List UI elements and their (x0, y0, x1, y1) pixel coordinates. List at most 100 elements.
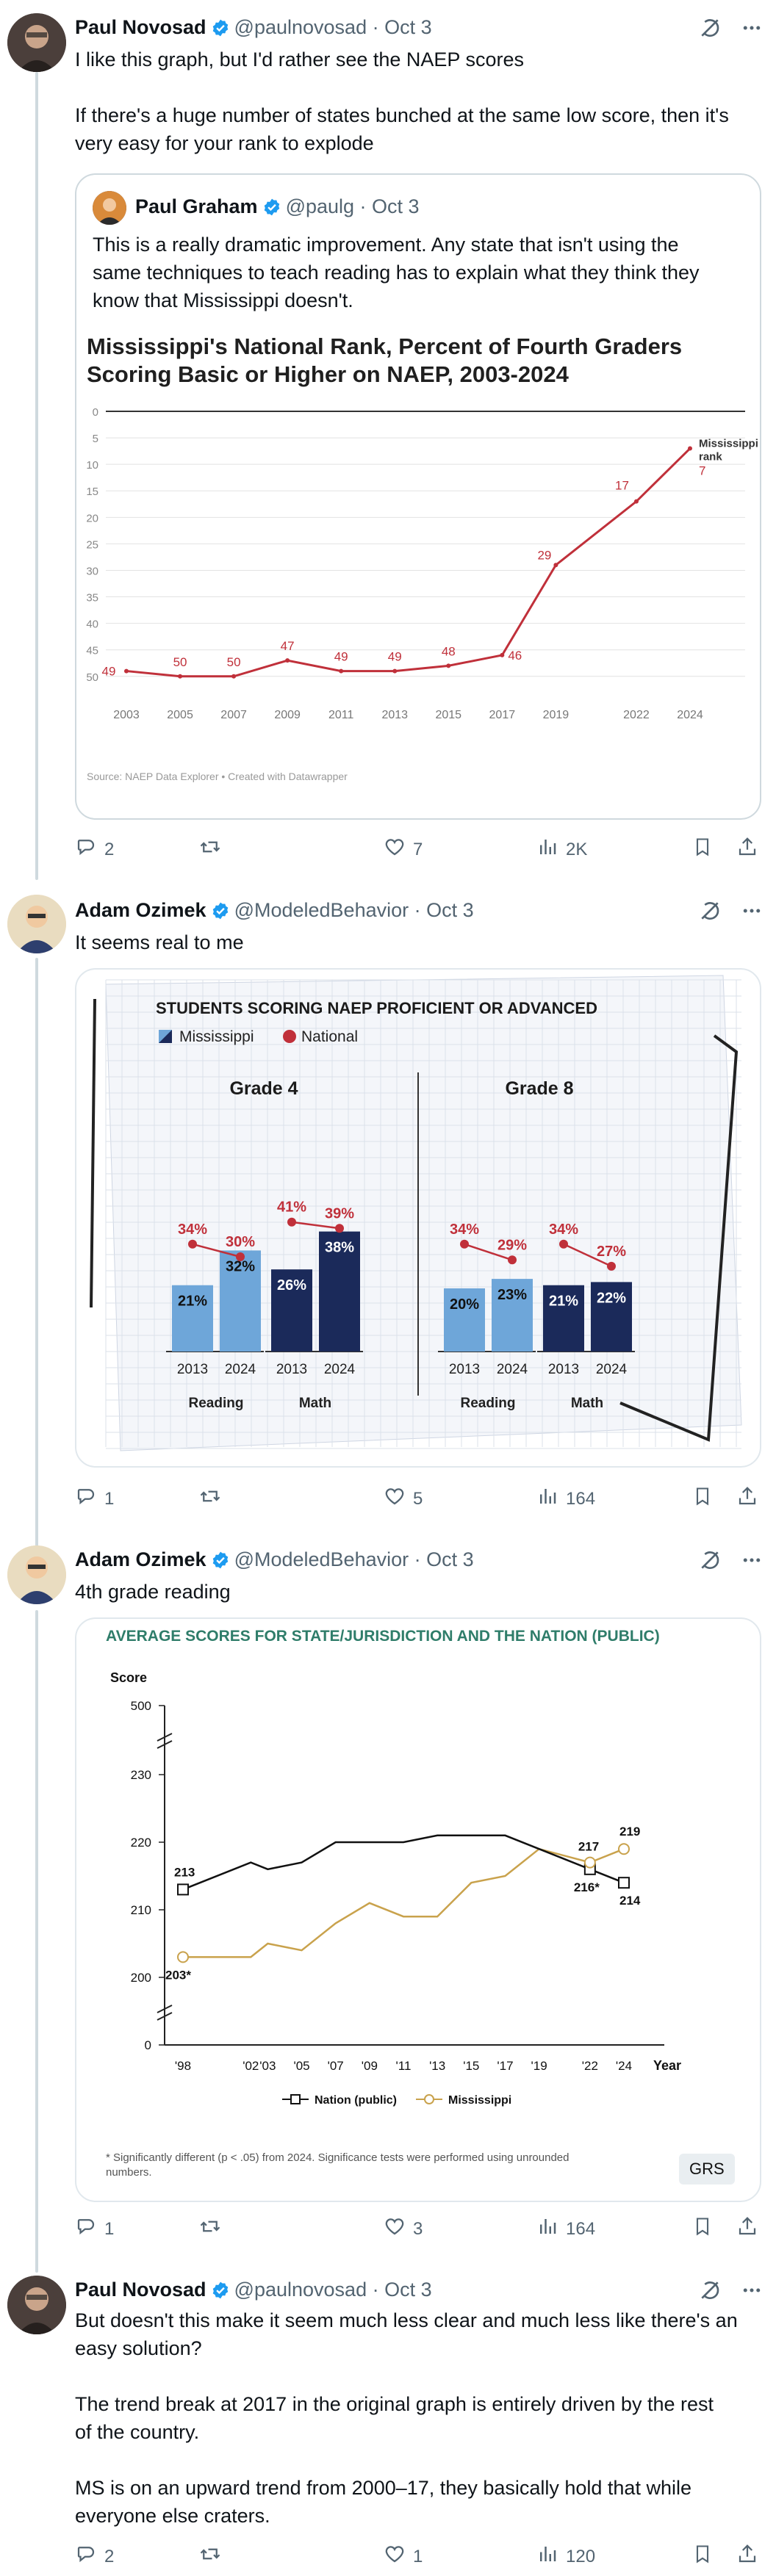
data-point (688, 446, 692, 451)
data-label: 29 (537, 548, 551, 562)
retweet-button[interactable] (198, 2543, 222, 2570)
bookmark-button[interactable] (692, 2543, 713, 2570)
text-line: easy solution? (75, 2337, 202, 2359)
tweet-header: Paul Novosad @paulnovosad · Oct 3 (75, 2277, 432, 2306)
text-line: MS is on an upward trend from 2000–17, t… (75, 2477, 691, 2499)
author-handle[interactable]: @ModeledBehavior (234, 899, 409, 921)
tweet-image[interactable]: AVERAGE SCORES FOR STATE/JURISDICTION AN… (75, 1617, 761, 2202)
like-button[interactable]: 1 (384, 2543, 423, 2570)
bar-label: 22% (597, 1290, 626, 1306)
grok-icon[interactable] (698, 16, 722, 43)
reply-button[interactable]: 2 (75, 836, 114, 863)
data-label: 50 (227, 655, 241, 669)
national-label: 30% (226, 1234, 255, 1250)
proficiency-chart: STUDENTS SCORING NAEP PROFICIENT OR ADVA… (90, 975, 742, 1451)
views-button[interactable]: 120 (536, 2543, 595, 2570)
author-name[interactable]: Adam Ozimek (75, 899, 206, 921)
x-tick-label: '15 (463, 2059, 479, 2073)
data-label: 49 (334, 650, 348, 664)
x-tick-label: 2009 (274, 709, 301, 721)
like-count: 1 (413, 2546, 423, 2566)
like-button[interactable]: 5 (384, 1485, 423, 1512)
legend-label: Mississippi (448, 2094, 511, 2107)
share-button[interactable] (736, 2215, 758, 2243)
bookmark-icon (692, 2543, 713, 2570)
reply-button[interactable]: 1 (75, 1485, 114, 1512)
avatar[interactable] (7, 895, 66, 953)
x-tick-label: 2013 (548, 1362, 579, 1377)
more-icon[interactable] (741, 17, 763, 43)
ms-marker (583, 1856, 596, 1869)
views-button[interactable]: 2K (536, 836, 587, 863)
x-tick-label: 2013 (177, 1362, 208, 1377)
ms-marker (177, 1951, 189, 1963)
share-button[interactable] (736, 836, 758, 863)
tweet-actions: 2 7 2K (75, 836, 766, 865)
data-label: 219 (619, 1825, 640, 1839)
series-line-nation (182, 1834, 625, 1891)
end-label: Mississippi (699, 438, 758, 450)
author-handle[interactable]: @ModeledBehavior (234, 1548, 409, 1570)
bookmark-button[interactable] (692, 2215, 713, 2243)
bookmark-button[interactable] (692, 836, 713, 863)
author-name[interactable]: Paul Novosad (75, 2279, 206, 2301)
group-label: Math (571, 1396, 603, 1411)
tweet-corner-icons (698, 16, 763, 43)
nation-marker (177, 1883, 189, 1896)
grok-icon[interactable] (698, 1548, 722, 1576)
avatar[interactable] (7, 1545, 66, 1604)
data-point (339, 668, 344, 674)
data-point (500, 652, 505, 657)
tweet-date[interactable]: Oct 3 (384, 2279, 432, 2301)
more-icon[interactable] (741, 900, 763, 926)
x-tick-label: 2013 (449, 1362, 480, 1377)
data-label: 216* (574, 1880, 600, 1894)
tweet-date[interactable]: Oct 3 (384, 16, 432, 38)
share-button[interactable] (736, 2543, 758, 2570)
tweet-date[interactable]: Oct 3 (426, 899, 474, 921)
verified-badge-icon (211, 1551, 230, 1576)
tweet-corner-icons (698, 899, 763, 926)
avatar[interactable] (7, 13, 66, 72)
more-icon[interactable] (741, 2279, 763, 2305)
author-name[interactable]: Paul Novosad (75, 16, 206, 38)
author-handle[interactable]: @paulnovosad (234, 2279, 367, 2301)
retweet-button[interactable] (198, 1485, 222, 1512)
bookmark-button[interactable] (692, 1485, 713, 1512)
x-tick-label: 2024 (596, 1362, 628, 1377)
y-tick-label: 0 (145, 2038, 151, 2052)
avatar[interactable] (7, 2276, 66, 2334)
national-label: 39% (325, 1205, 354, 1222)
data-label: 46 (508, 649, 522, 663)
retweet-button[interactable] (198, 2215, 222, 2243)
reply-button[interactable]: 1 (75, 2215, 114, 2243)
legend-marker (290, 2094, 301, 2104)
series-line (126, 447, 691, 678)
views-button[interactable]: 164 (536, 1485, 595, 1512)
like-count: 3 (413, 2218, 423, 2239)
tweet-date[interactable]: Oct 3 (426, 1548, 474, 1570)
retweet-button[interactable] (198, 836, 222, 863)
reply-count: 1 (104, 1488, 115, 1509)
x-tick-label: 2024 (497, 1362, 528, 1377)
views-button[interactable]: 164 (536, 2215, 595, 2243)
share-button[interactable] (736, 1485, 758, 1512)
text-line: everyone else craters. (75, 2505, 270, 2527)
y-tick-label: 50 (86, 671, 98, 684)
quoted-avatar[interactable] (93, 191, 126, 225)
tweet-image[interactable]: STUDENTS SCORING NAEP PROFICIENT OR ADVA… (75, 968, 761, 1468)
bookmark-icon (692, 836, 713, 863)
x-tick-label: 2022 (623, 709, 650, 721)
x-tick-label: '09 (362, 2059, 378, 2073)
like-button[interactable]: 3 (384, 2215, 423, 2243)
text-line: of the country. (75, 2421, 200, 2443)
more-icon[interactable] (741, 1549, 763, 1575)
grs-badge[interactable]: GRS (679, 2154, 735, 2184)
author-name[interactable]: Adam Ozimek (75, 1548, 206, 1570)
grok-icon[interactable] (698, 2279, 722, 2306)
quoted-tweet[interactable]: Paul Graham @paulg · Oct 3 This is a real… (75, 173, 761, 820)
author-handle[interactable]: @paulnovosad (234, 16, 367, 38)
reply-button[interactable]: 2 (75, 2543, 114, 2570)
grok-icon[interactable] (698, 899, 722, 926)
like-button[interactable]: 7 (384, 836, 423, 863)
